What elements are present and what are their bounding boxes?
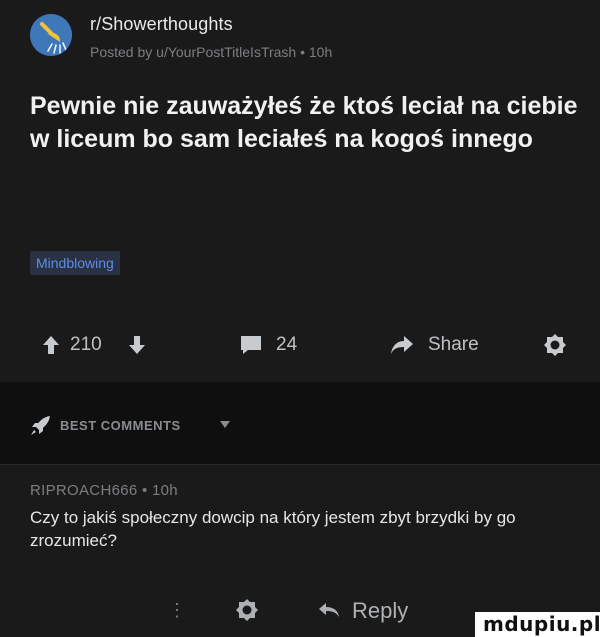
comment-award-icon[interactable]	[235, 598, 259, 622]
downvote-icon	[129, 336, 145, 354]
sort-label[interactable]: BEST COMMENTS	[60, 418, 181, 433]
comment-text: Czy to jakiś społeczny dowcip na który j…	[30, 508, 516, 550]
share-button[interactable]	[390, 330, 414, 360]
comment-count: 24	[276, 334, 298, 355]
award-button[interactable]	[543, 330, 567, 360]
comment-author[interactable]: RIPROACH666 • 10h	[30, 482, 178, 499]
reply-icon[interactable]	[318, 602, 340, 618]
subreddit-name[interactable]: r/Showerthoughts	[90, 14, 233, 35]
vote-count: 210	[70, 334, 102, 355]
more-options-icon[interactable]: ⋮	[168, 600, 186, 621]
post-flair[interactable]: Mindblowing	[30, 251, 120, 275]
subreddit-avatar[interactable]	[30, 14, 72, 56]
chevron-down-icon[interactable]	[220, 421, 230, 428]
award-icon	[544, 334, 566, 356]
upvote-icon	[43, 336, 59, 354]
upvote-button[interactable]	[42, 330, 60, 360]
reply-button[interactable]: Reply	[352, 598, 408, 624]
post-title[interactable]: Pewnie nie zauważyłeś że ktoś leciał na …	[30, 90, 580, 156]
share-icon	[391, 336, 413, 354]
comments-button[interactable]	[240, 330, 262, 360]
comment-icon	[241, 336, 261, 354]
rocket-icon	[31, 416, 50, 435]
downvote-button[interactable]	[128, 330, 146, 360]
share-label[interactable]: Share	[428, 330, 479, 360]
watermark: mdupiu.pl	[475, 612, 600, 637]
shower-icon	[30, 14, 72, 56]
post-byline: Posted by u/YourPostTitleIsTrash • 10h	[90, 44, 333, 60]
